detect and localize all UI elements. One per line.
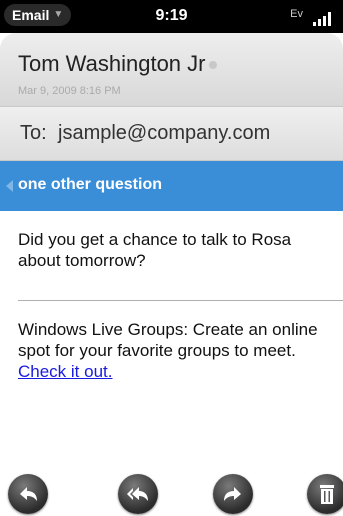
message-date: Mar 9, 2009 8:16 PM [18,85,121,97]
reply-button[interactable] [8,474,48,514]
reply-all-button[interactable] [118,474,158,514]
reply-icon [20,487,37,501]
back-arrow-icon[interactable] [6,180,13,192]
reply-all-icon [127,487,148,501]
divider [18,300,343,301]
presence-dot-icon [209,61,218,70]
status-bar: Email ▼ 9:19 Ev [0,0,343,33]
signal-strength-icon [313,10,331,26]
recipient-row[interactable]: To: jsample@company.com [0,107,343,161]
to-label: To: [20,122,47,144]
delete-icon [320,485,334,504]
subject-bar[interactable]: one other question [0,161,343,211]
subject-text: one other question [18,176,162,193]
footer-text: Windows Live Groups: Create an online sp… [18,320,318,360]
message-footer: Windows Live Groups: Create an online sp… [18,319,342,382]
message-body: Did you get a chance to talk to Rosa abo… [18,230,292,270]
forward-icon [224,487,241,501]
check-it-out-link[interactable]: Check it out. [18,362,113,381]
network-type: Ev [290,8,303,20]
bottom-toolbar [0,466,343,516]
recipient-address[interactable]: jsample@company.com [58,122,270,145]
message-header[interactable]: Tom Washington Jr Mar 9, 2009 8:16 PM [0,33,343,107]
delete-button[interactable] [307,474,343,514]
forward-button[interactable] [213,474,253,514]
sender-name[interactable]: Tom Washington Jr [18,51,218,77]
